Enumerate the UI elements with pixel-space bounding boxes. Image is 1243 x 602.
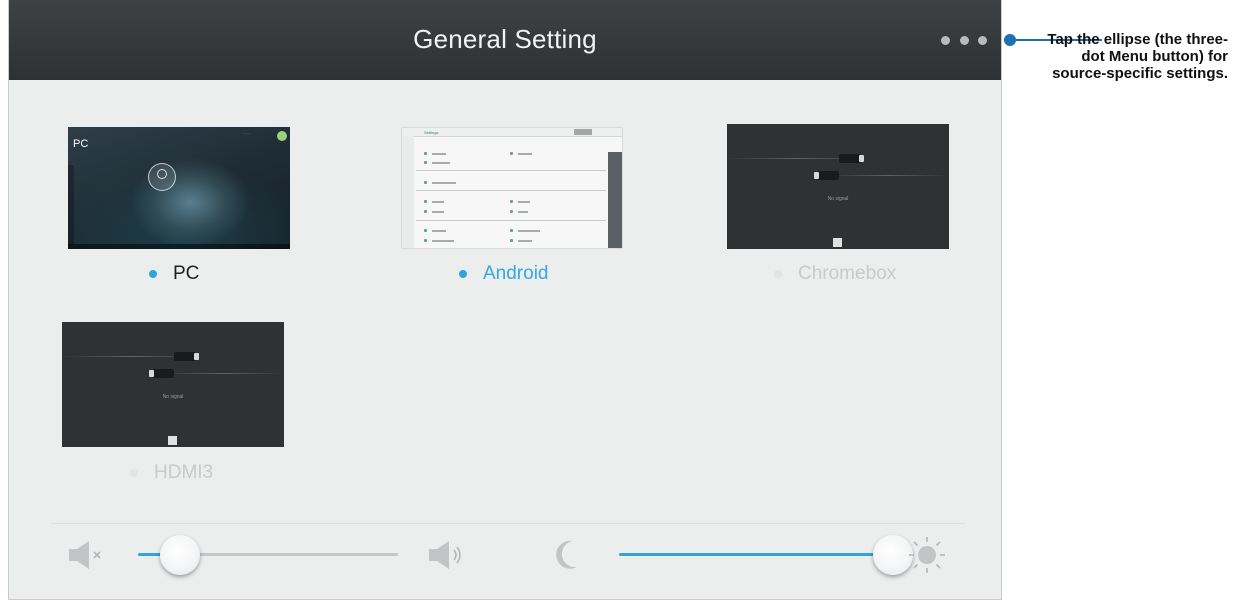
pc-thumb-sidebar bbox=[68, 165, 74, 245]
setting-divider bbox=[416, 170, 606, 171]
brightness-slider-track[interactable] bbox=[619, 553, 899, 556]
general-setting-panel: General Setting · · · PC PC Settings And… bbox=[8, 0, 1002, 600]
source-name: Android bbox=[483, 263, 549, 284]
cable-graphic bbox=[827, 175, 949, 176]
android-thumb-left-rail bbox=[402, 136, 414, 248]
hdmi-plug-icon bbox=[174, 352, 199, 361]
source-tile-android[interactable]: Settings bbox=[401, 127, 625, 249]
volume-up-icon[interactable] bbox=[427, 540, 467, 570]
pc-thumb-status: · · · bbox=[243, 131, 250, 136]
pc-thumbnail[interactable]: · · · PC bbox=[68, 127, 290, 249]
setting-icon bbox=[510, 239, 513, 242]
setting-text bbox=[518, 240, 532, 242]
source-name: HDMI3 bbox=[154, 462, 214, 483]
source-label-hdmi3[interactable]: HDMI3 bbox=[130, 462, 213, 484]
setting-text bbox=[432, 201, 444, 203]
setting-text bbox=[432, 153, 446, 155]
chromebox-thumbnail[interactable]: No signal bbox=[727, 124, 949, 249]
controls-divider bbox=[51, 523, 965, 524]
source-name: Chromebox bbox=[798, 263, 897, 284]
setting-text bbox=[432, 211, 444, 213]
setting-icon bbox=[510, 229, 513, 232]
title-bar: General Setting bbox=[9, 0, 1001, 80]
cable-graphic bbox=[162, 373, 284, 374]
no-signal-text: No signal bbox=[827, 196, 849, 202]
setting-text bbox=[432, 230, 446, 232]
setting-icon bbox=[424, 210, 427, 213]
setting-icon bbox=[510, 152, 513, 155]
pc-thumb-taskbar bbox=[68, 244, 290, 249]
pc-thumb-title: PC bbox=[73, 138, 89, 150]
android-thumb-side-panel bbox=[608, 152, 622, 248]
volume-mute-icon[interactable] bbox=[65, 540, 113, 570]
android-thumb-button bbox=[574, 129, 592, 135]
setting-icon bbox=[424, 152, 427, 155]
more-horizontal-icon-dot bbox=[941, 35, 950, 45]
status-dot-icon bbox=[149, 270, 157, 278]
more-horizontal-icon-dot bbox=[978, 35, 987, 45]
setting-text bbox=[518, 230, 540, 232]
source-label-chromebox[interactable]: Chromebox bbox=[774, 263, 896, 285]
setting-divider bbox=[416, 220, 606, 221]
setting-icon bbox=[424, 181, 427, 184]
source-tile-pc[interactable]: · · · PC bbox=[68, 127, 292, 249]
source-tile-hdmi3[interactable]: No signal bbox=[62, 322, 286, 447]
hdmi-plug-icon bbox=[149, 369, 174, 378]
thumb-control-button bbox=[168, 436, 177, 445]
source-name: PC bbox=[173, 263, 200, 284]
callout-annotation: Tap the ellipse (the three-dot Menu butt… bbox=[1047, 31, 1228, 82]
android-thumb-title: Settings bbox=[424, 130, 439, 135]
setting-icon bbox=[510, 210, 513, 213]
android-thumbnail[interactable]: Settings bbox=[401, 127, 623, 249]
moon-icon[interactable] bbox=[551, 538, 581, 572]
setting-text bbox=[518, 211, 528, 213]
setting-text bbox=[432, 182, 456, 184]
setting-text bbox=[518, 153, 532, 155]
hdmi3-thumbnail[interactable]: No signal bbox=[62, 322, 284, 447]
status-dot-icon bbox=[130, 469, 138, 477]
sun-icon[interactable] bbox=[904, 535, 950, 581]
no-signal-text: No signal bbox=[162, 394, 184, 400]
page-title: General Setting bbox=[413, 24, 597, 54]
hdmi-plug-icon bbox=[814, 171, 839, 180]
setting-divider bbox=[416, 190, 606, 191]
volume-slider-handle[interactable] bbox=[159, 535, 200, 575]
more-menu-button[interactable] bbox=[941, 30, 987, 50]
setting-icon bbox=[424, 229, 427, 232]
setting-icon bbox=[424, 239, 427, 242]
setting-text bbox=[518, 201, 530, 203]
setting-icon bbox=[510, 200, 513, 203]
source-tile-chromebox[interactable]: No signal bbox=[727, 124, 951, 249]
status-dot-icon bbox=[774, 270, 782, 278]
setting-text bbox=[432, 240, 454, 242]
status-dot-icon bbox=[459, 270, 467, 278]
more-horizontal-icon-dot bbox=[959, 35, 969, 45]
setting-text bbox=[432, 162, 450, 164]
user-avatar-icon bbox=[148, 163, 176, 191]
source-label-pc[interactable]: PC bbox=[149, 263, 199, 285]
setting-icon bbox=[424, 200, 427, 203]
source-label-android[interactable]: Android bbox=[459, 263, 549, 285]
thumb-control-button bbox=[833, 238, 842, 247]
setting-icon bbox=[424, 161, 427, 164]
hdmi-plug-icon bbox=[839, 154, 864, 163]
pc-thumb-badge bbox=[277, 131, 287, 141]
